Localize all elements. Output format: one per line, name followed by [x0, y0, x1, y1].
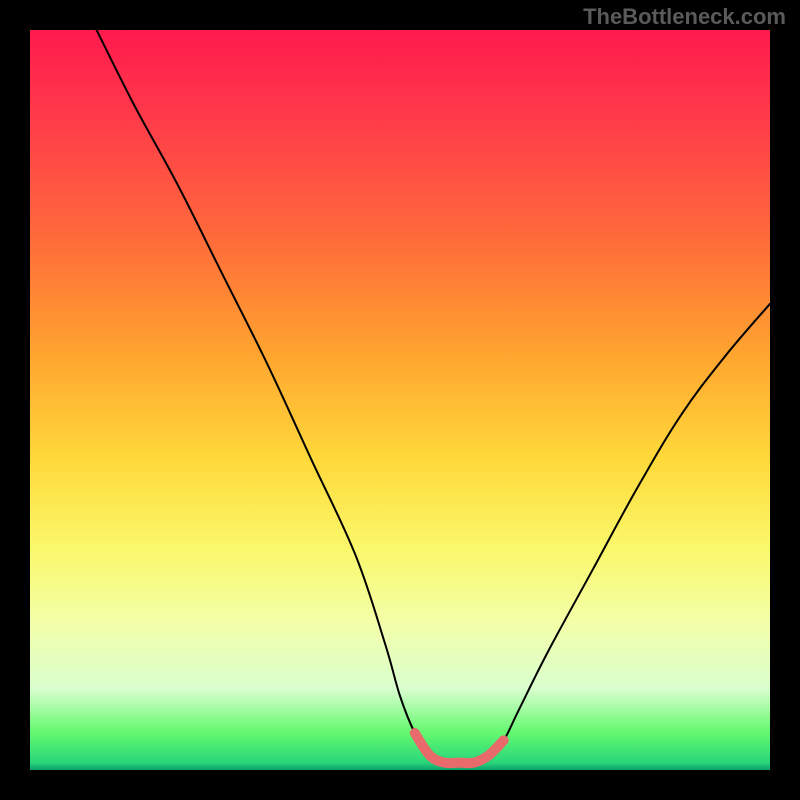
optimal-zone-line — [415, 733, 504, 763]
curve-layer — [0, 0, 800, 800]
watermark-text: TheBottleneck.com — [583, 4, 786, 30]
bottleneck-chart — [0, 0, 800, 800]
bottleneck-curve-line — [97, 30, 770, 763]
